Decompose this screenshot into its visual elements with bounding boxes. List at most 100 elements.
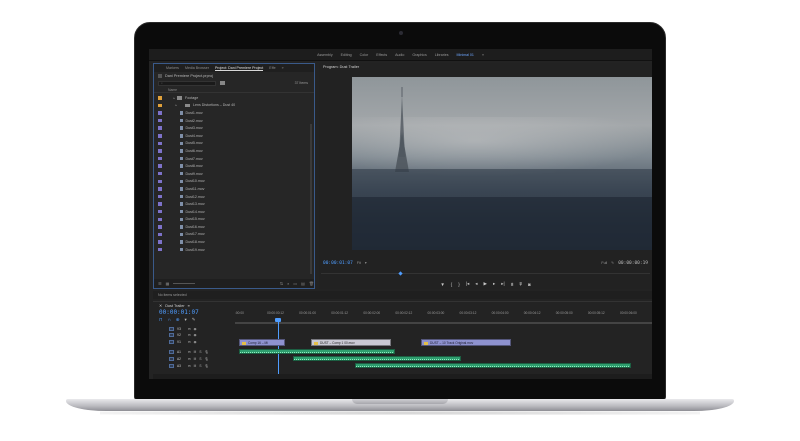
timeline-title[interactable]: Dust Trailer [165,304,184,308]
disclosure-triangle-icon[interactable]: ▸ [174,96,176,100]
clip-item[interactable]: Dust13.mov [154,200,314,208]
menu-icon[interactable]: ≡ [188,304,190,308]
clip-item[interactable]: Dust11.mov [154,185,314,193]
track-target-toggle[interactable] [169,349,174,354]
label-color-swatch[interactable] [158,247,162,252]
project-tab-4[interactable]: » [282,66,284,70]
mute-icon[interactable]: M [194,357,197,361]
track-target-toggle[interactable] [169,326,174,331]
label-color-swatch[interactable] [158,202,162,206]
step-back-icon[interactable]: ◂ [475,281,477,287]
new-bin-icon[interactable] [220,81,225,85]
new-bin-footer-icon[interactable]: ▭ [293,281,297,286]
go-to-out-icon[interactable]: ▸| [501,281,504,287]
label-color-swatch[interactable] [158,134,162,138]
clip-item[interactable]: Dust3.mov [154,124,314,132]
insert-icon[interactable]: ⊓ [159,317,163,323]
clip-item[interactable]: Dust19.mov [154,246,314,254]
audio-clip-a2[interactable] [293,356,461,361]
lock-icon[interactable]: ⊟ [188,327,191,331]
label-color-swatch[interactable] [158,194,162,199]
close-icon[interactable]: ✕ [159,303,162,308]
clip-item[interactable]: Dust7.mov [154,155,314,163]
track-target-toggle[interactable] [169,356,174,361]
clip-item[interactable]: Dust5.mov [154,140,314,148]
label-color-swatch[interactable] [158,240,162,244]
list-view-icon[interactable]: ☰ [158,281,162,286]
eye-icon[interactable]: ◉ [194,340,197,344]
program-scrub-bar[interactable] [321,273,650,277]
linked-selection-icon[interactable]: ⊕ [176,317,180,323]
in-point-icon[interactable]: { [451,282,453,287]
lock-icon[interactable]: ⊟ [188,340,191,344]
clip-item[interactable]: Dust18.mov [154,238,314,246]
marker-icon[interactable]: ▼ [440,282,444,287]
project-tab-0[interactable]: Markers [166,66,179,70]
go-to-in-icon[interactable]: |◂ [466,281,469,287]
camera-icon[interactable]: ◙ [528,282,531,287]
fit-dropdown[interactable]: Fit [357,261,361,265]
audio-clip-a3[interactable] [355,363,631,368]
clip-item[interactable]: Dust9.mov [154,170,314,178]
track-label[interactable]: V1 [177,340,185,344]
wrench-icon[interactable]: ✎ [192,317,196,323]
clip-v1-c[interactable]: DUST – 10 Track Original.mov [421,339,511,346]
label-color-swatch[interactable] [158,209,162,214]
clip-item[interactable]: Dust6.mov [154,147,314,155]
clip-item[interactable]: Dust12.mov [154,193,314,201]
disclosure-triangle-icon[interactable]: ▸ [176,103,178,107]
label-color-swatch[interactable] [158,156,162,161]
label-color-swatch[interactable] [158,149,162,153]
solo-icon[interactable]: S [199,357,201,361]
extract-icon[interactable]: ⩱ [519,282,522,287]
lock-icon[interactable]: ⊟ [188,350,191,354]
track-target-toggle[interactable] [169,363,174,368]
track-target-toggle[interactable] [169,339,174,344]
workspace-tab-2[interactable]: Color [360,53,369,57]
clip-item[interactable]: Dust10.mov [154,178,314,186]
label-color-swatch[interactable] [158,187,162,191]
lift-icon[interactable]: ⩲ [511,282,514,287]
label-color-swatch[interactable] [158,96,162,100]
audio-clip-a1[interactable] [239,349,395,354]
label-color-swatch[interactable] [158,111,162,115]
workspace-tab-6[interactable]: Libraries [435,53,449,57]
workspace-tab-7[interactable]: Minimal 01 [457,53,474,57]
workspace-tab-5[interactable]: Graphics [412,53,426,57]
label-color-swatch[interactable] [158,171,162,176]
search-bin-icon[interactable]: ⌕ [287,281,289,286]
lock-icon[interactable]: ⊟ [188,357,191,361]
solo-icon[interactable]: S [199,364,201,368]
mute-icon[interactable]: M [194,350,197,354]
track-label[interactable]: A1 [177,350,185,354]
clip-item[interactable]: Dust16.mov [154,223,314,231]
label-color-swatch[interactable] [158,103,162,108]
microphone-icon[interactable]: 🎙 [204,364,208,368]
clip-item[interactable]: Dust14.mov [154,208,314,216]
sort-icon[interactable]: ⇅ [280,281,283,286]
label-color-swatch[interactable] [158,232,162,237]
add-marker-icon[interactable]: ▾ [185,317,187,323]
label-color-swatch[interactable] [158,141,162,146]
mute-icon[interactable]: M [194,364,197,368]
eye-icon[interactable]: ◉ [194,327,197,331]
search-input[interactable]: ⌕ [158,80,216,86]
eye-icon[interactable]: ◉ [194,333,197,337]
quality-dropdown[interactable]: Full [601,261,607,265]
project-tab-1[interactable]: Media Browser [185,66,209,70]
workspace-tab-1[interactable]: Editing [341,53,352,57]
label-color-swatch[interactable] [158,179,162,184]
label-color-swatch[interactable] [158,118,162,123]
workspace-tab-3[interactable]: Effects [376,53,387,57]
track-label[interactable]: V3 [177,327,185,331]
new-item-icon[interactable]: ▤ [301,281,305,286]
play-icon[interactable]: ▶ [484,281,487,287]
label-color-swatch[interactable] [158,225,162,229]
clip-item[interactable]: Dust4.mov [154,132,314,140]
clip-v1-a[interactable]: Comp 16 – Mi [239,339,285,346]
project-tab-2[interactable]: Project: Dani Premiere Project [214,66,264,71]
bin-item[interactable]: ▸ Lens Distortions – Dust 40 [154,102,314,110]
program-timecode-current[interactable]: 00:00:01:07 [323,261,353,266]
microphone-icon[interactable]: 🎙 [204,357,208,361]
timeline-ruler[interactable]: :00:00 00:00:00:12 00:00:01:00 00:00:01:12 0… [235,311,652,321]
